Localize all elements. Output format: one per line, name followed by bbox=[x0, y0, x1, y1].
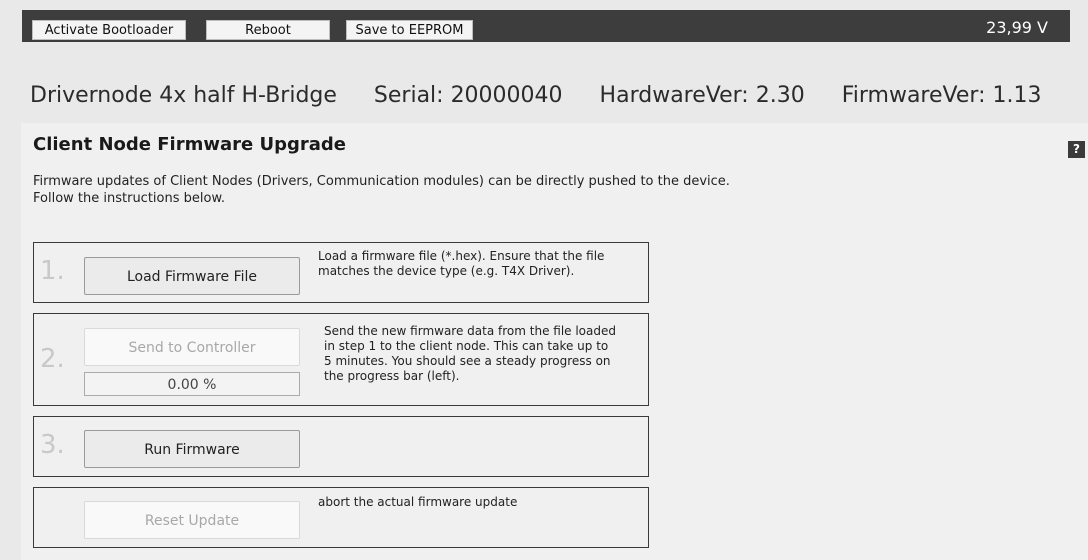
firmware-version: FirmwareVer: 1.13 bbox=[841, 83, 1042, 108]
help-icon[interactable]: ? bbox=[1068, 141, 1085, 158]
reset-instructions: abort the actual firmware update bbox=[318, 495, 518, 509]
step-2-text-line: 5 minutes. You should see a steady progr… bbox=[324, 354, 611, 368]
device-serial: Serial: 20000040 bbox=[373, 83, 563, 108]
step-2-box: 2. Send to Controller 0.00 % Send the ne… bbox=[33, 313, 649, 406]
step-2-instructions: Send the new firmware data from the file… bbox=[324, 324, 616, 384]
reset-box: Reset Update abort the actual firmware u… bbox=[33, 487, 649, 548]
device-info: Drivernode 4x half H-Bridge Serial: 2000… bbox=[30, 83, 1071, 108]
voltage-readout: 23,99 V bbox=[986, 18, 1048, 37]
description-line-1: Firmware updates of Client Nodes (Driver… bbox=[33, 174, 730, 189]
progress-label: 0.00 % bbox=[167, 377, 217, 393]
step-1-number: 1. bbox=[40, 256, 65, 286]
device-name: Drivernode 4x half H-Bridge bbox=[30, 83, 337, 108]
section-description: Firmware updates of Client Nodes (Driver… bbox=[33, 173, 833, 207]
step-3-number: 3. bbox=[40, 430, 65, 460]
run-firmware-button[interactable]: Run Firmware bbox=[84, 430, 300, 468]
load-firmware-file-button[interactable]: Load Firmware File bbox=[84, 257, 300, 295]
step-2-text-line: Send the new firmware data from the file… bbox=[324, 324, 616, 338]
step-1-box: 1. Load Firmware File Load a firmware fi… bbox=[33, 242, 649, 303]
save-eeprom-button[interactable]: Save to EEPROM bbox=[346, 20, 473, 40]
step-1-text-line: Load a firmware file (*.hex). Ensure tha… bbox=[318, 249, 605, 263]
activate-bootloader-button[interactable]: Activate Bootloader bbox=[32, 20, 186, 40]
step-1-instructions: Load a firmware file (*.hex). Ensure tha… bbox=[318, 249, 604, 279]
step-1-text-line: matches the device type (e.g. T4X Driver… bbox=[318, 264, 575, 278]
section-title: Client Node Firmware Upgrade bbox=[33, 134, 346, 155]
description-line-2: Follow the instructions below. bbox=[33, 191, 226, 206]
step-2-text-line: the progress bar (left). bbox=[324, 369, 460, 383]
step-2-text-line: in step 1 to the client node. This can t… bbox=[324, 339, 609, 353]
reset-update-button[interactable]: Reset Update bbox=[84, 501, 300, 539]
hardware-version: HardwareVer: 2.30 bbox=[599, 83, 805, 108]
step-2-number: 2. bbox=[40, 344, 65, 374]
step-3-box: 3. Run Firmware bbox=[33, 416, 649, 477]
upload-progress-bar: 0.00 % bbox=[84, 372, 300, 396]
reboot-button[interactable]: Reboot bbox=[206, 20, 330, 40]
send-to-controller-button[interactable]: Send to Controller bbox=[84, 328, 300, 366]
top-toolbar: Activate Bootloader Reboot Save to EEPRO… bbox=[0, 0, 1088, 42]
